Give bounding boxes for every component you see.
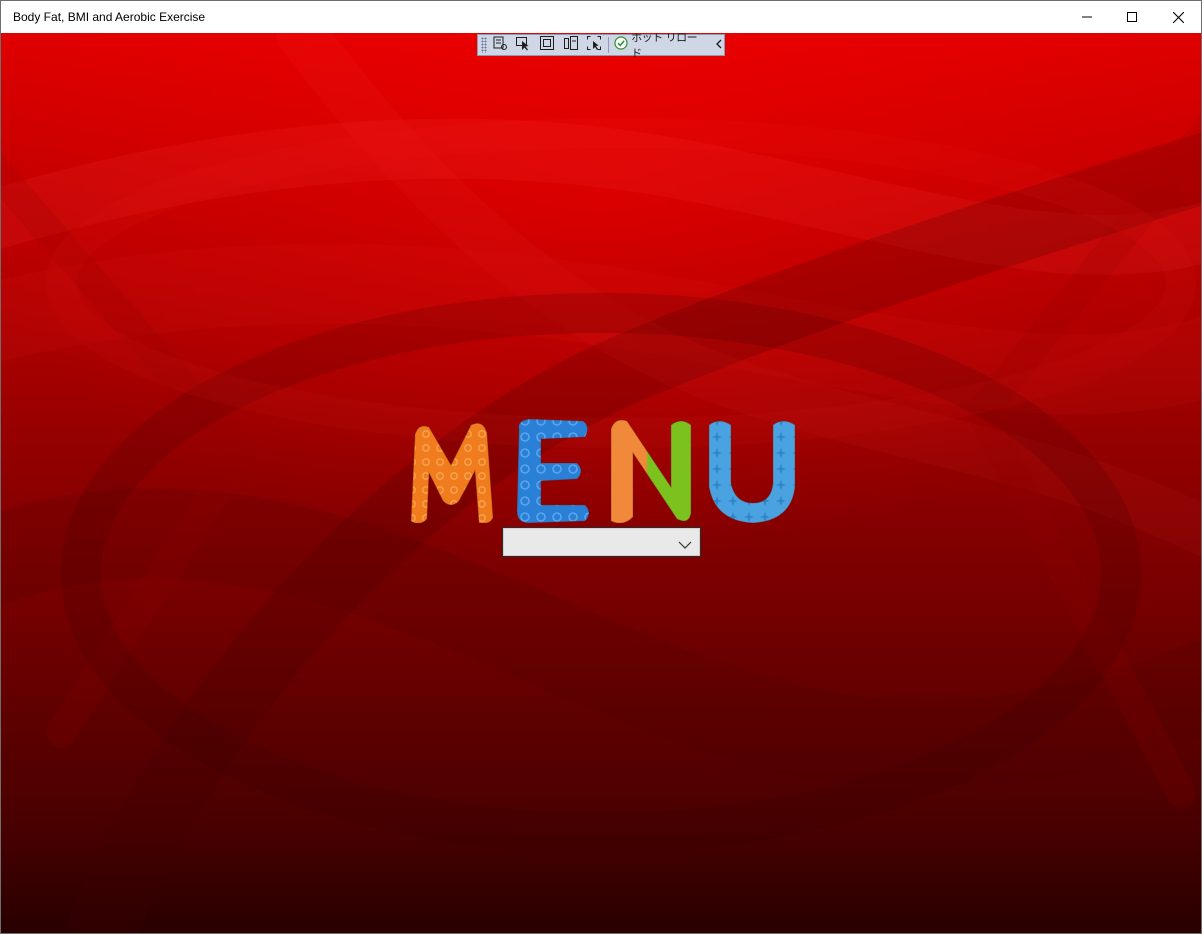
live-visual-tree-button[interactable] (489, 35, 511, 55)
display-layout-adorners-icon (539, 35, 555, 56)
logo-letter-e (516, 418, 590, 523)
logo-letter-m (410, 422, 494, 523)
collapse-toolbar-button[interactable] (714, 35, 724, 55)
minimize-button[interactable] (1064, 1, 1110, 33)
menu-combobox[interactable] (502, 527, 701, 557)
close-button[interactable] (1155, 1, 1201, 33)
chevron-left-icon (715, 36, 723, 54)
debug-toolbar: ホット リロード (477, 33, 725, 60)
select-element-icon (515, 35, 531, 56)
title-bar[interactable]: Body Fat, BMI and Aerobic Exercise (1, 1, 1201, 33)
logo-letter-n (610, 419, 692, 523)
track-focus-button[interactable] (560, 35, 582, 55)
logo-letters (410, 418, 796, 523)
toolbar-grip[interactable] (481, 37, 487, 53)
window-title: Body Fat, BMI and Aerobic Exercise (13, 10, 206, 24)
menu-logo (410, 418, 796, 523)
app-window: Body Fat, BMI and Aerobic Exercise ホット リ… (0, 0, 1202, 934)
check-circle-icon (614, 35, 628, 55)
maximize-button[interactable] (1109, 1, 1155, 33)
minimize-icon (1082, 12, 1092, 22)
binding-failures-icon (586, 35, 602, 56)
display-layout-adorners-button[interactable] (536, 35, 558, 55)
chevron-down-icon[interactable] (678, 537, 692, 549)
binding-failures-button[interactable] (584, 35, 606, 55)
hot-reload-button[interactable]: ホット リロード (612, 33, 708, 60)
logo-letter-u (708, 420, 796, 523)
live-visual-tree-icon (492, 35, 508, 56)
track-focus-icon (563, 35, 579, 56)
main-content: ホット リロード (1, 33, 1201, 933)
toolbar-separator (608, 37, 610, 53)
close-icon (1172, 11, 1184, 23)
hot-reload-label: ホット リロード (631, 33, 698, 60)
maximize-icon (1127, 12, 1137, 22)
select-element-button[interactable] (513, 35, 535, 55)
